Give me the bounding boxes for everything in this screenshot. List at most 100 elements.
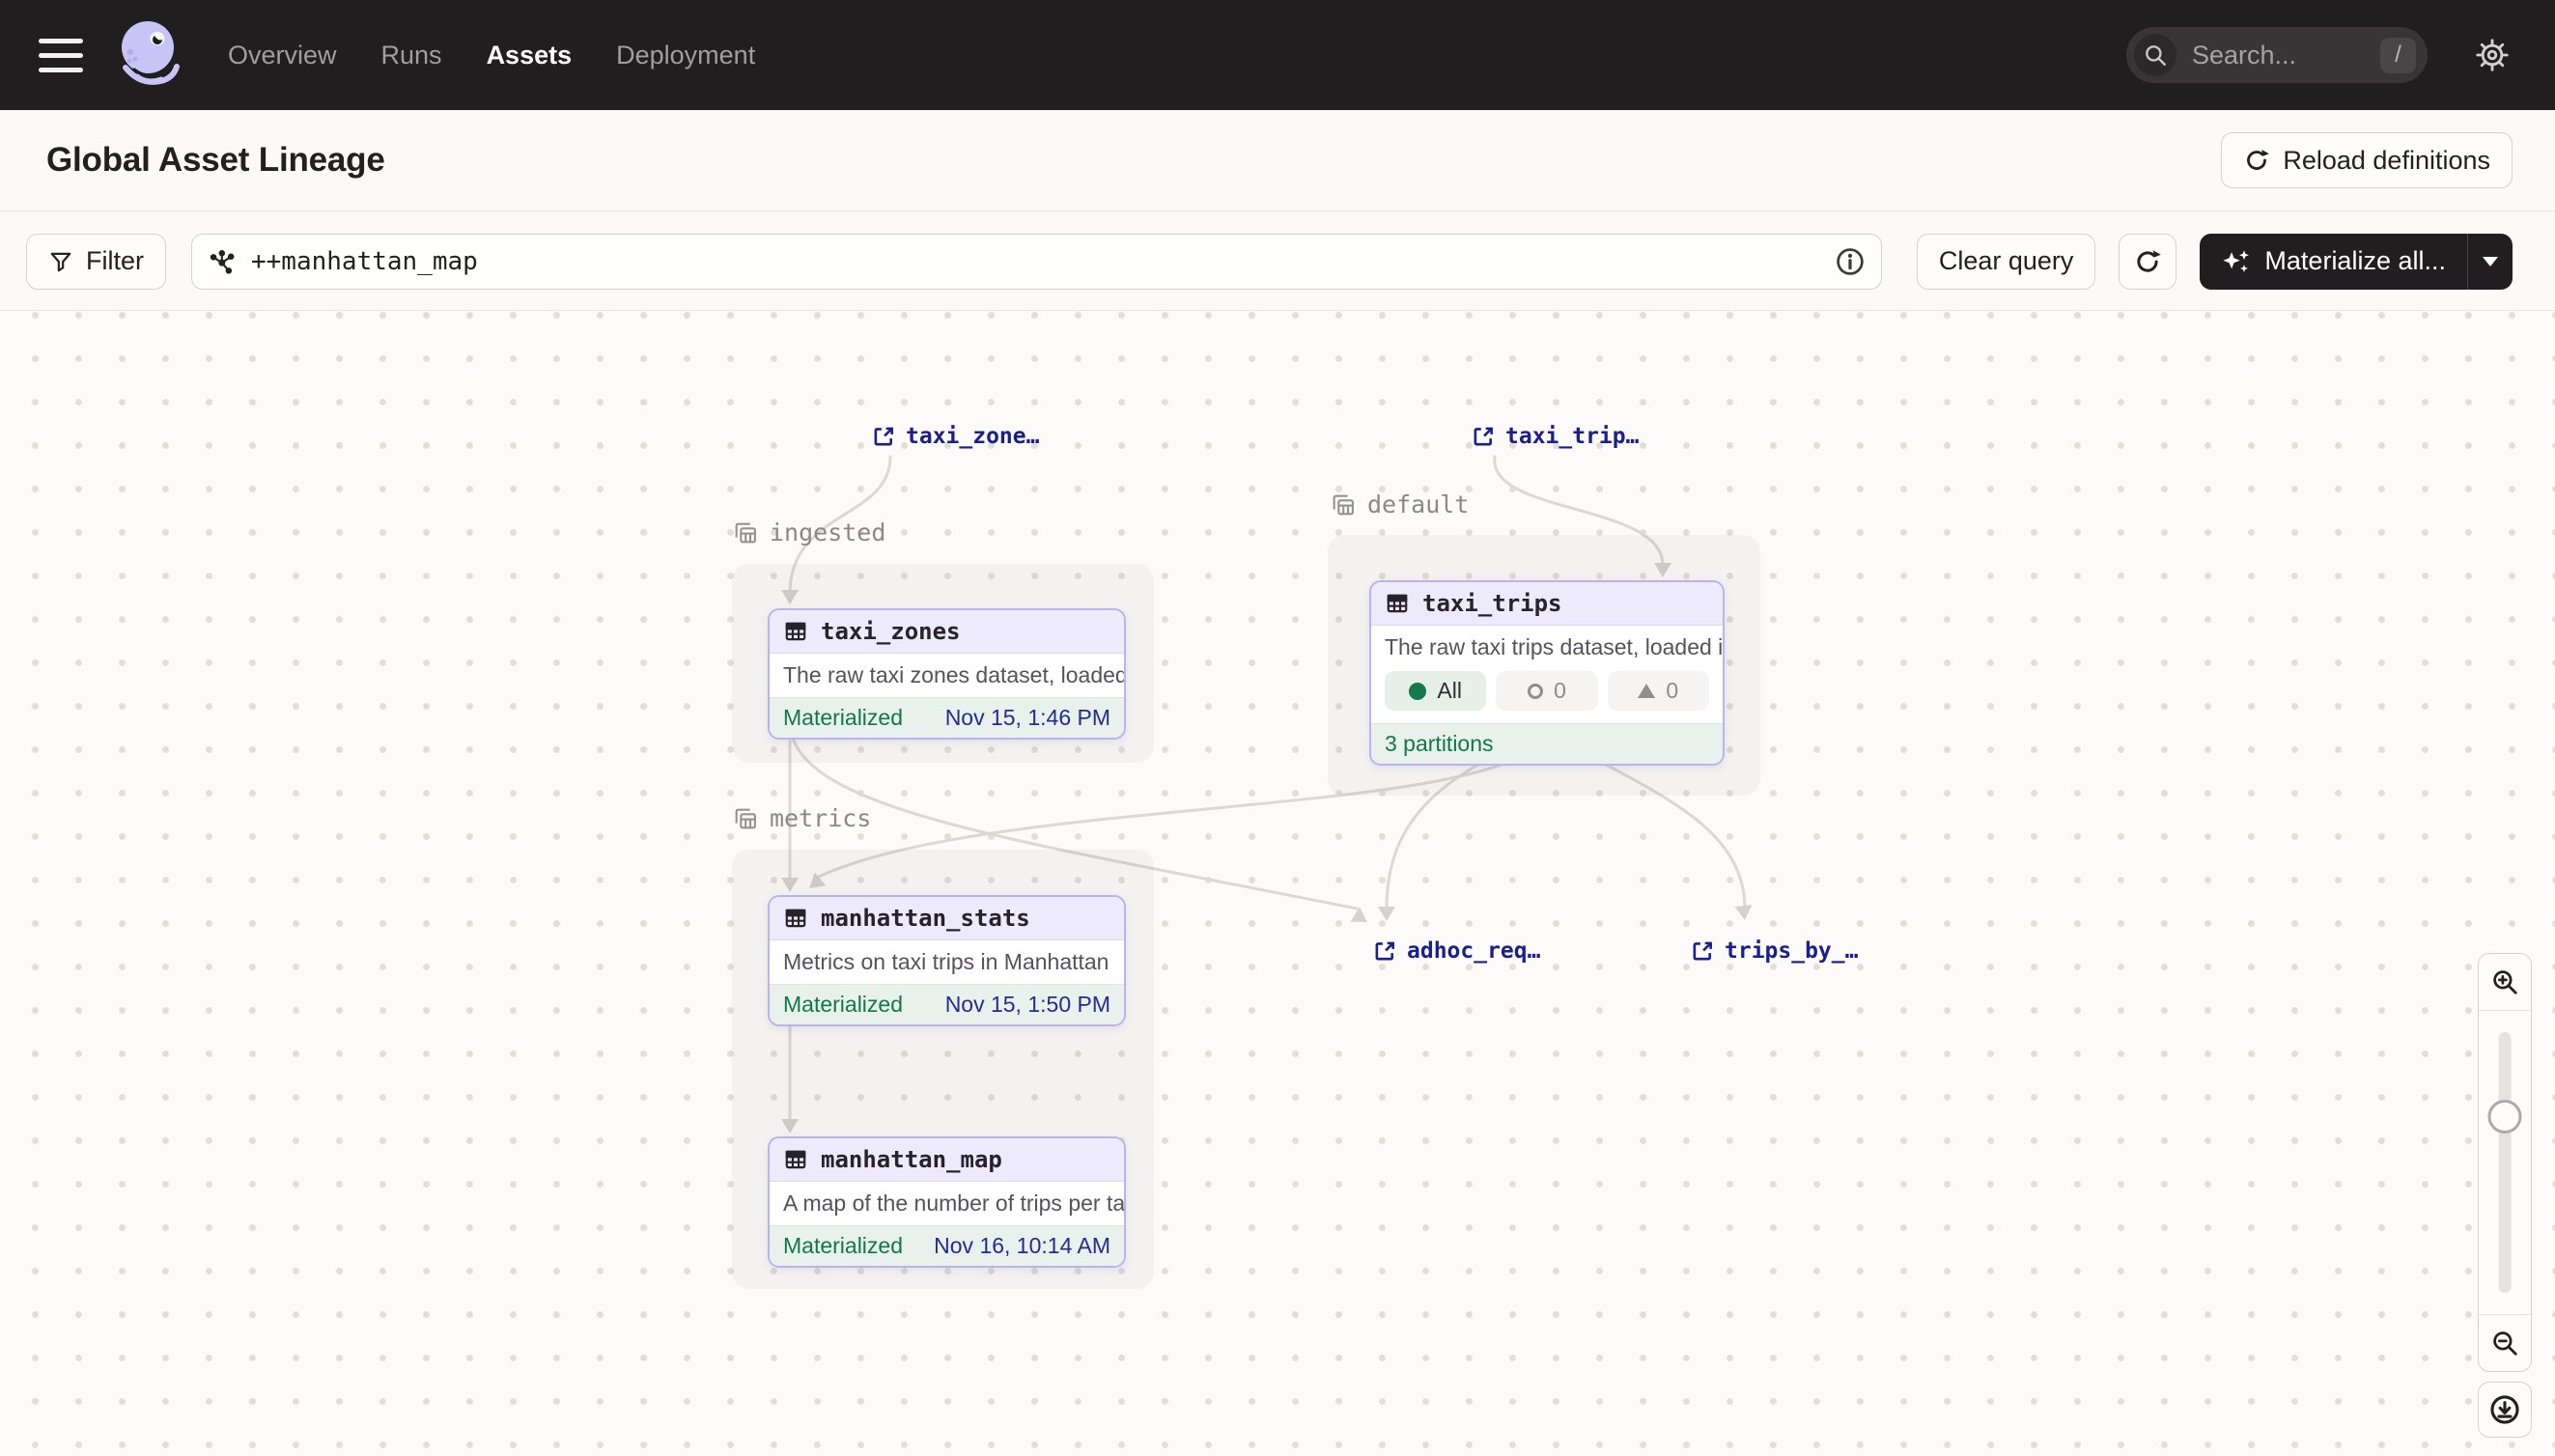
partitions-all-label: All xyxy=(1437,678,1462,704)
external-node-taxi-zone[interactable]: taxi_zone… xyxy=(871,424,1039,449)
sparkles-icon xyxy=(2221,247,2252,276)
search-icon xyxy=(2134,34,2176,76)
partitions-missing-pill: 0 xyxy=(1496,671,1597,711)
search-placeholder: Search... xyxy=(2192,41,2296,70)
external-node-trips-by[interactable]: trips_by_… xyxy=(1690,938,1858,964)
refresh-graph-button[interactable] xyxy=(2119,234,2176,290)
external-node-adhoc-request[interactable]: adhoc_req… xyxy=(1372,938,1540,964)
asset-name: manhattan_stats xyxy=(821,905,1030,932)
group-name: metrics xyxy=(770,804,871,832)
global-search-input[interactable]: Search... / xyxy=(2126,27,2428,83)
page-header: Global Asset Lineage Reload definitions xyxy=(0,110,2555,211)
zoom-slider[interactable] xyxy=(2479,1010,2531,1315)
chevron-down-icon xyxy=(2483,257,2498,266)
table-icon xyxy=(1385,591,1410,616)
external-link-icon xyxy=(1471,424,1496,449)
search-shortcut-badge: / xyxy=(2380,38,2416,73)
lineage-graph-canvas[interactable]: ingested default metrics taxi_zone… taxi… xyxy=(0,312,2555,1456)
external-node-taxi-trip[interactable]: taxi_trip… xyxy=(1471,424,1639,449)
materialization-timestamp: Nov 16, 10:14 AM xyxy=(934,1233,1110,1259)
asset-footer: Materialized Nov 15, 1:46 PM xyxy=(770,697,1124,738)
table-icon xyxy=(783,1147,808,1172)
triangle-icon xyxy=(1638,684,1655,698)
external-node-label: taxi_zone… xyxy=(906,424,1039,449)
lineage-edges xyxy=(0,312,2555,1456)
zoom-out-icon xyxy=(2490,1329,2519,1358)
group-tables-icon xyxy=(1330,491,1357,518)
nav-item-assets[interactable]: Assets xyxy=(487,41,573,70)
group-label-metrics: metrics xyxy=(732,804,871,832)
materialization-timestamp: Nov 15, 1:50 PM xyxy=(945,992,1110,1018)
refresh-icon xyxy=(2243,147,2270,174)
asset-header: manhattan_map xyxy=(770,1138,1124,1182)
group-name: ingested xyxy=(770,518,885,546)
lineage-toolbar: Filter ++manhattan_map Clear query Mater… xyxy=(0,212,2555,311)
zoom-out-button[interactable] xyxy=(2479,1315,2531,1371)
download-graph-button[interactable] xyxy=(2478,1382,2532,1438)
filter-label: Filter xyxy=(86,246,144,276)
external-link-icon xyxy=(871,424,896,449)
external-node-label: trips_by_… xyxy=(1725,938,1858,964)
asset-node-taxi-trips[interactable]: taxi_trips The raw taxi trips dataset, l… xyxy=(1369,580,1725,766)
asset-node-manhattan-map[interactable]: manhattan_map A map of the number of tri… xyxy=(768,1136,1126,1268)
zoom-in-icon xyxy=(2490,967,2519,996)
materialize-all-button[interactable]: Materialize all... xyxy=(2200,234,2513,290)
asset-description: A map of the number of trips per taxi z.… xyxy=(770,1182,1124,1225)
clear-query-label: Clear query xyxy=(1939,246,2074,276)
asset-node-taxi-zones[interactable]: taxi_zones The raw taxi zones dataset, l… xyxy=(768,608,1126,740)
group-tables-icon xyxy=(732,805,759,832)
asset-description: The raw taxi trips dataset, loaded into … xyxy=(1371,626,1723,669)
materialize-all-label: Materialize all... xyxy=(2264,246,2446,276)
table-icon xyxy=(783,906,808,931)
menu-icon[interactable] xyxy=(39,39,83,72)
green-dot-icon xyxy=(1409,683,1426,700)
status-badge: Materialized xyxy=(783,705,903,731)
table-icon xyxy=(783,619,808,644)
group-tables-icon xyxy=(732,519,759,546)
asset-header: taxi_zones xyxy=(770,610,1124,654)
nav-item-deployment[interactable]: Deployment xyxy=(616,41,755,70)
asset-footer: 3 partitions xyxy=(1371,723,1723,764)
asset-name: taxi_trips xyxy=(1422,590,1562,617)
external-link-icon xyxy=(1690,938,1715,964)
asset-name: taxi_zones xyxy=(821,618,961,645)
partitions-all-pill: All xyxy=(1385,671,1486,711)
page-title: Global Asset Lineage xyxy=(46,141,385,180)
op-selector-icon xyxy=(210,248,237,275)
partitions-summary: 3 partitions xyxy=(1385,731,1494,757)
nav-item-overview[interactable]: Overview xyxy=(228,41,337,70)
asset-description: The raw taxi zones dataset, loaded int..… xyxy=(770,654,1124,697)
query-value: ++manhattan_map xyxy=(251,247,478,276)
clear-query-button[interactable]: Clear query xyxy=(1917,234,2096,290)
download-icon xyxy=(2488,1393,2521,1426)
asset-node-manhattan-stats[interactable]: manhattan_stats Metrics on taxi trips in… xyxy=(768,895,1126,1026)
query-info-icon[interactable] xyxy=(1835,246,1866,277)
external-node-label: taxi_trip… xyxy=(1505,424,1639,449)
asset-header: taxi_trips xyxy=(1371,582,1723,626)
asset-header: manhattan_stats xyxy=(770,897,1124,940)
partition-status-pills: All 0 0 xyxy=(1371,669,1723,723)
ring-icon xyxy=(1528,684,1543,699)
asset-selection-query-input[interactable]: ++manhattan_map xyxy=(191,234,1882,290)
materialize-dropdown-toggle[interactable] xyxy=(2467,234,2513,290)
external-link-icon xyxy=(1372,938,1397,964)
external-node-label: adhoc_req… xyxy=(1407,938,1540,964)
settings-gear-icon[interactable] xyxy=(2474,37,2511,73)
partitions-missing-count: 0 xyxy=(1554,678,1566,704)
top-navigation-bar: Overview Runs Assets Deployment Search..… xyxy=(0,0,2555,110)
zoom-in-button[interactable] xyxy=(2479,954,2531,1010)
reload-definitions-label: Reload definitions xyxy=(2283,146,2490,176)
dagster-logo-icon[interactable] xyxy=(114,17,183,93)
reload-definitions-button[interactable]: Reload definitions xyxy=(2221,132,2513,188)
asset-description: Metrics on taxi trips in Manhattan xyxy=(770,940,1124,984)
group-label-default: default xyxy=(1330,490,1469,518)
partitions-failed-pill: 0 xyxy=(1608,671,1709,711)
status-badge: Materialized xyxy=(783,992,903,1018)
group-label-ingested: ingested xyxy=(732,518,885,546)
zoom-slider-handle[interactable] xyxy=(2488,1100,2522,1134)
zoom-slider-track[interactable] xyxy=(2499,1032,2512,1293)
filter-button[interactable]: Filter xyxy=(26,234,166,290)
nav-item-runs[interactable]: Runs xyxy=(381,41,442,70)
zoom-control-panel xyxy=(2478,953,2532,1372)
filter-funnel-icon xyxy=(48,249,73,274)
